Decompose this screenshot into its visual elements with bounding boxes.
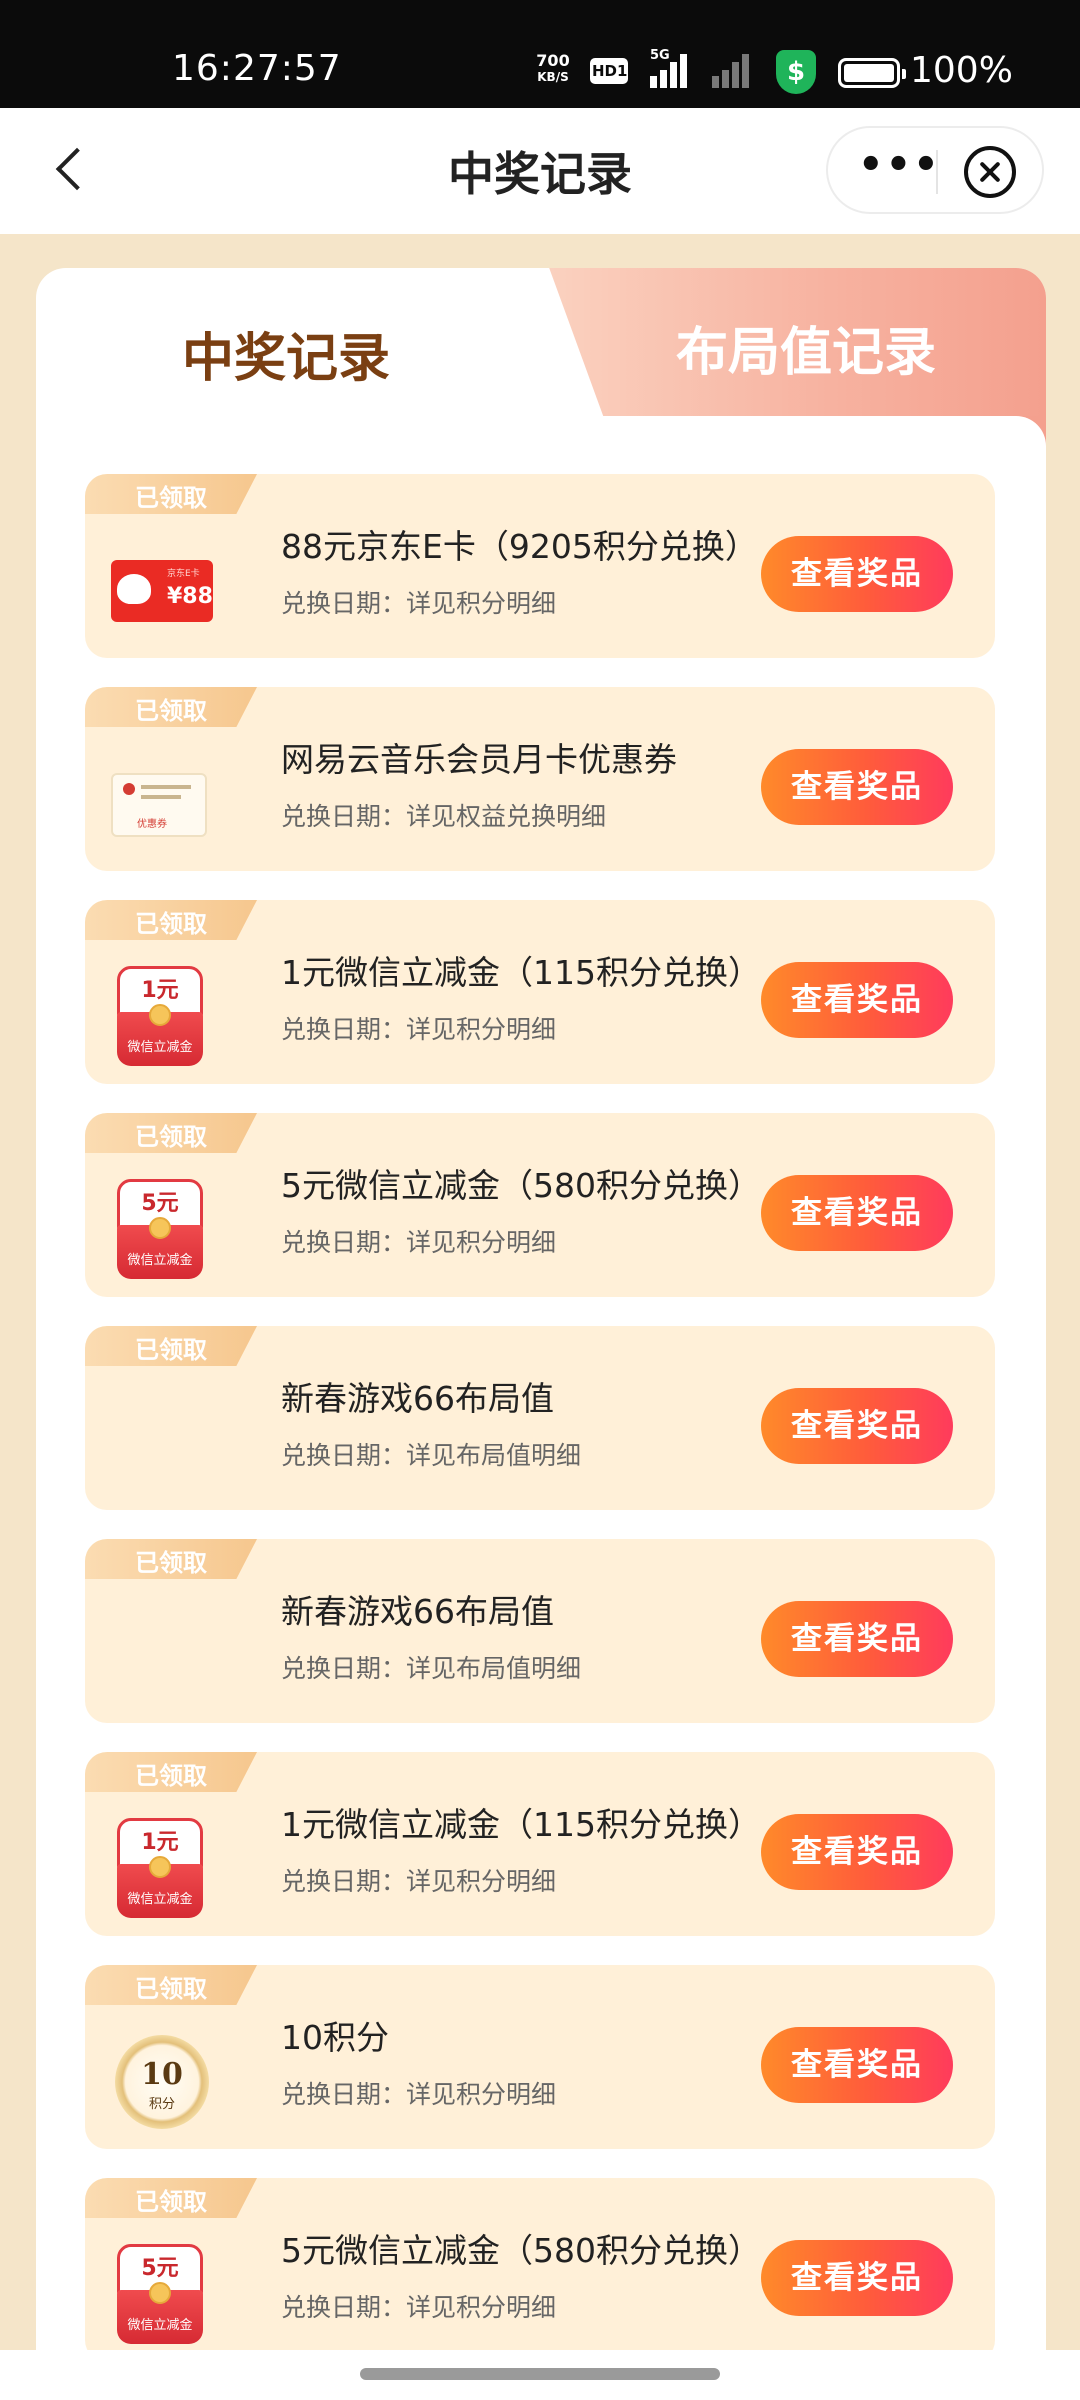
view-prize-button[interactable]: 查看奖品 <box>761 2240 953 2316</box>
prize-card: 已领取 1元 微信立减金 1元微信立减金（115积分兑换） 兑换日期：详见积分明细… <box>85 900 995 1084</box>
nav-bar: 中奖记录 ••• <box>0 108 1080 234</box>
status-bar: 16:27:57 700 KB/S HD1 5G $ 100% <box>0 0 1080 108</box>
exchange-date: 兑换日期：详见积分明细 <box>281 1867 557 1896</box>
battery-percent: 100% <box>910 50 1013 91</box>
clock: 16:27:57 <box>172 48 342 89</box>
view-prize-button[interactable]: 查看奖品 <box>761 1175 953 1251</box>
prize-card: 已领取 新春游戏66布局值 兑换日期：详见布局值明细 查看奖品 <box>85 1326 995 1510</box>
netease-coupon-thumbnail: 优惠券 <box>111 773 207 837</box>
capsule-divider <box>936 150 938 194</box>
exchange-date: 兑换日期：详见权益兑换明细 <box>281 802 607 831</box>
exchange-date: 兑换日期：详见积分明细 <box>281 2080 557 2109</box>
exchange-date: 兑换日期：详见布局值明细 <box>281 1441 582 1470</box>
claimed-badge: 已领取 <box>85 1326 257 1366</box>
exchange-date: 兑换日期：详见积分明细 <box>281 589 557 618</box>
exchange-date: 兑换日期：详见布局值明细 <box>281 1654 582 1683</box>
prize-name: 1元微信立减金（115积分兑换） <box>281 953 761 992</box>
tab-layout-value-records[interactable]: 布局值记录 <box>549 268 1046 416</box>
view-prize-button[interactable]: 查看奖品 <box>761 749 953 825</box>
red-packet-thumbnail: 5元 微信立减金 <box>117 1179 203 1279</box>
red-packet-thumbnail: 1元 微信立减金 <box>117 966 203 1066</box>
prize-card: 已领取 京东E卡 ¥88 88元京东E卡（9205积分兑换） 兑换日期：详见积分明… <box>85 474 995 658</box>
exchange-date: 兑换日期：详见积分明细 <box>281 1015 557 1044</box>
prize-card: 已领取 5元 微信立减金 5元微信立减金（580积分兑换） 兑换日期：详见积分明细… <box>85 1113 995 1297</box>
signal-icon: 5G <box>650 48 698 88</box>
view-prize-button[interactable]: 查看奖品 <box>761 1388 953 1464</box>
view-prize-button[interactable]: 查看奖品 <box>761 1814 953 1890</box>
red-packet-thumbnail: 5元 微信立减金 <box>117 2244 203 2344</box>
prize-name: 10积分 <box>281 2018 389 2057</box>
prize-name: 新春游戏66布局值 <box>281 1379 554 1418</box>
claimed-badge: 已领取 <box>85 1539 257 1579</box>
claimed-badge: 已领取 <box>85 1113 257 1153</box>
view-prize-button[interactable]: 查看奖品 <box>761 962 953 1038</box>
security-shield-icon: $ <box>776 50 816 94</box>
claimed-badge: 已领取 <box>85 1752 257 1792</box>
claimed-badge: 已领取 <box>85 2178 257 2218</box>
signal-icon-secondary <box>712 52 760 88</box>
view-prize-button[interactable]: 查看奖品 <box>761 1601 953 1677</box>
red-packet-thumbnail: 1元 微信立减金 <box>117 1818 203 1918</box>
prize-card: 已领取 1元 微信立减金 1元微信立减金（115积分兑换） 兑换日期：详见积分明细… <box>85 1752 995 1936</box>
prize-card: 已领取 10 积分 10积分 兑换日期：详见积分明细 查看奖品 <box>85 1965 995 2149</box>
jd-e-card-thumbnail: 京东E卡 ¥88 <box>111 560 213 622</box>
prize-name: 1元微信立减金（115积分兑换） <box>281 1805 761 1844</box>
claimed-badge: 已领取 <box>85 1965 257 2005</box>
prize-card: 已领取 优惠券 网易云音乐会员月卡优惠券 兑换日期：详见权益兑换明细 查看奖品 <box>85 687 995 871</box>
view-prize-button[interactable]: 查看奖品 <box>761 2027 953 2103</box>
claimed-badge: 已领取 <box>85 900 257 940</box>
prize-name: 5元微信立减金（580积分兑换） <box>281 2231 761 2270</box>
prize-card: 已领取 新春游戏66布局值 兑换日期：详见布局值明细 查看奖品 <box>85 1539 995 1723</box>
mini-program-capsule: ••• <box>826 126 1044 214</box>
points-coin-thumbnail: 10 积分 <box>115 2035 209 2129</box>
view-prize-button[interactable]: 查看奖品 <box>761 536 953 612</box>
battery-icon <box>838 58 906 88</box>
network-speed: 700 KB/S <box>536 51 570 84</box>
claimed-badge: 已领取 <box>85 474 257 514</box>
home-indicator <box>0 2350 1080 2400</box>
prize-card: 已领取 5元 微信立减金 5元微信立减金（580积分兑换） 兑换日期：详见积分明细… <box>85 2178 995 2362</box>
exchange-date: 兑换日期：详见积分明细 <box>281 2293 557 2322</box>
exchange-date: 兑换日期：详见积分明细 <box>281 1228 557 1257</box>
claimed-badge: 已领取 <box>85 687 257 727</box>
prize-name: 88元京东E卡（9205积分兑换） <box>281 527 758 566</box>
close-icon[interactable] <box>964 146 1016 198</box>
prize-name: 网易云音乐会员月卡优惠券 <box>281 740 677 779</box>
tab-prize-records[interactable]: 中奖记录 <box>36 268 526 416</box>
prize-name: 5元微信立减金（580积分兑换） <box>281 1166 761 1205</box>
prize-name: 新春游戏66布局值 <box>281 1592 554 1631</box>
hd-icon: HD1 <box>590 58 628 84</box>
more-icon[interactable]: ••• <box>858 145 939 192</box>
